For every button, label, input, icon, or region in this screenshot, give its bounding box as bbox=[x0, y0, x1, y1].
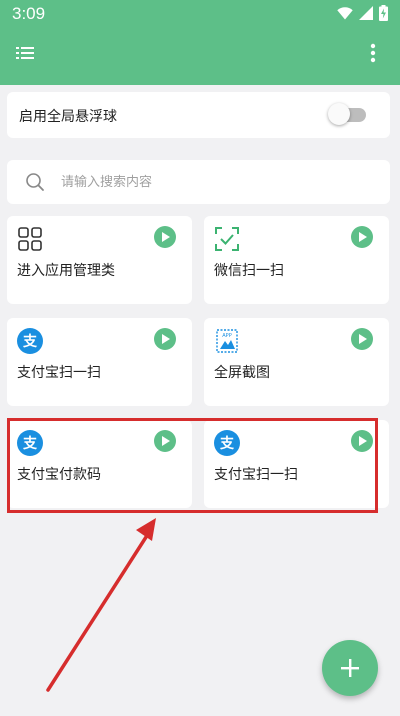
scan-icon bbox=[215, 227, 239, 251]
alipay-glyph: 支 bbox=[22, 435, 38, 452]
shortcut-label: 全屏截图 bbox=[214, 365, 270, 381]
wifi-icon bbox=[337, 6, 353, 19]
play-icon[interactable] bbox=[154, 430, 176, 452]
list-icon bbox=[16, 47, 34, 59]
play-icon[interactable] bbox=[154, 226, 176, 248]
shortcut-fullscreen-screenshot[interactable]: APP 全屏截图 bbox=[204, 318, 389, 406]
play-icon[interactable] bbox=[351, 328, 373, 350]
shortcut-label: 微信扫一扫 bbox=[214, 263, 284, 279]
float-ball-label: 启用全局悬浮球 bbox=[19, 109, 117, 125]
grid-apps-icon bbox=[18, 227, 42, 251]
float-ball-switch[interactable] bbox=[328, 103, 366, 125]
shortcut-alipay-scan[interactable]: 支 支付宝扫一扫 bbox=[7, 318, 192, 406]
shortcut-app-manager[interactable]: 进入应用管理类 bbox=[7, 216, 192, 304]
search-input[interactable] bbox=[61, 170, 361, 194]
more-vert-icon bbox=[370, 43, 376, 63]
shortcut-alipay-scan-2[interactable]: 支 支付宝扫一扫 bbox=[204, 420, 389, 508]
app-glyph: APP bbox=[222, 333, 231, 339]
menu-button[interactable] bbox=[10, 38, 40, 68]
screenshot-icon: APP bbox=[216, 329, 238, 353]
search-icon bbox=[26, 173, 44, 191]
alipay-glyph: 支 bbox=[22, 333, 38, 350]
shortcut-label: 支付宝扫一扫 bbox=[17, 365, 101, 381]
alipay-icon: 支 bbox=[214, 430, 240, 456]
play-icon[interactable] bbox=[154, 328, 176, 350]
shortcut-wechat-scan[interactable]: 微信扫一扫 bbox=[204, 216, 389, 304]
switch-thumb bbox=[328, 103, 350, 125]
status-icons bbox=[337, 5, 388, 21]
signal-icon bbox=[359, 6, 373, 20]
search-bar bbox=[7, 160, 390, 204]
shortcut-label: 支付宝付款码 bbox=[17, 467, 101, 483]
shortcut-label: 进入应用管理类 bbox=[17, 263, 115, 279]
shortcut-label: 支付宝扫一扫 bbox=[214, 467, 298, 483]
more-options-button[interactable] bbox=[358, 38, 388, 68]
alipay-icon: 支 bbox=[17, 328, 43, 354]
status-time: 3:09 bbox=[12, 4, 46, 23]
float-ball-setting: 启用全局悬浮球 bbox=[7, 92, 390, 138]
add-shortcut-button[interactable] bbox=[322, 640, 378, 696]
shortcut-alipay-pay-code[interactable]: 支 支付宝付款码 bbox=[7, 420, 192, 508]
battery-charging-icon bbox=[379, 5, 388, 21]
play-icon[interactable] bbox=[351, 430, 373, 452]
alipay-glyph: 支 bbox=[219, 435, 235, 452]
plus-icon bbox=[341, 659, 359, 677]
play-icon[interactable] bbox=[351, 226, 373, 248]
app-header: 3:09 bbox=[0, 0, 400, 85]
alipay-icon: 支 bbox=[17, 430, 43, 456]
